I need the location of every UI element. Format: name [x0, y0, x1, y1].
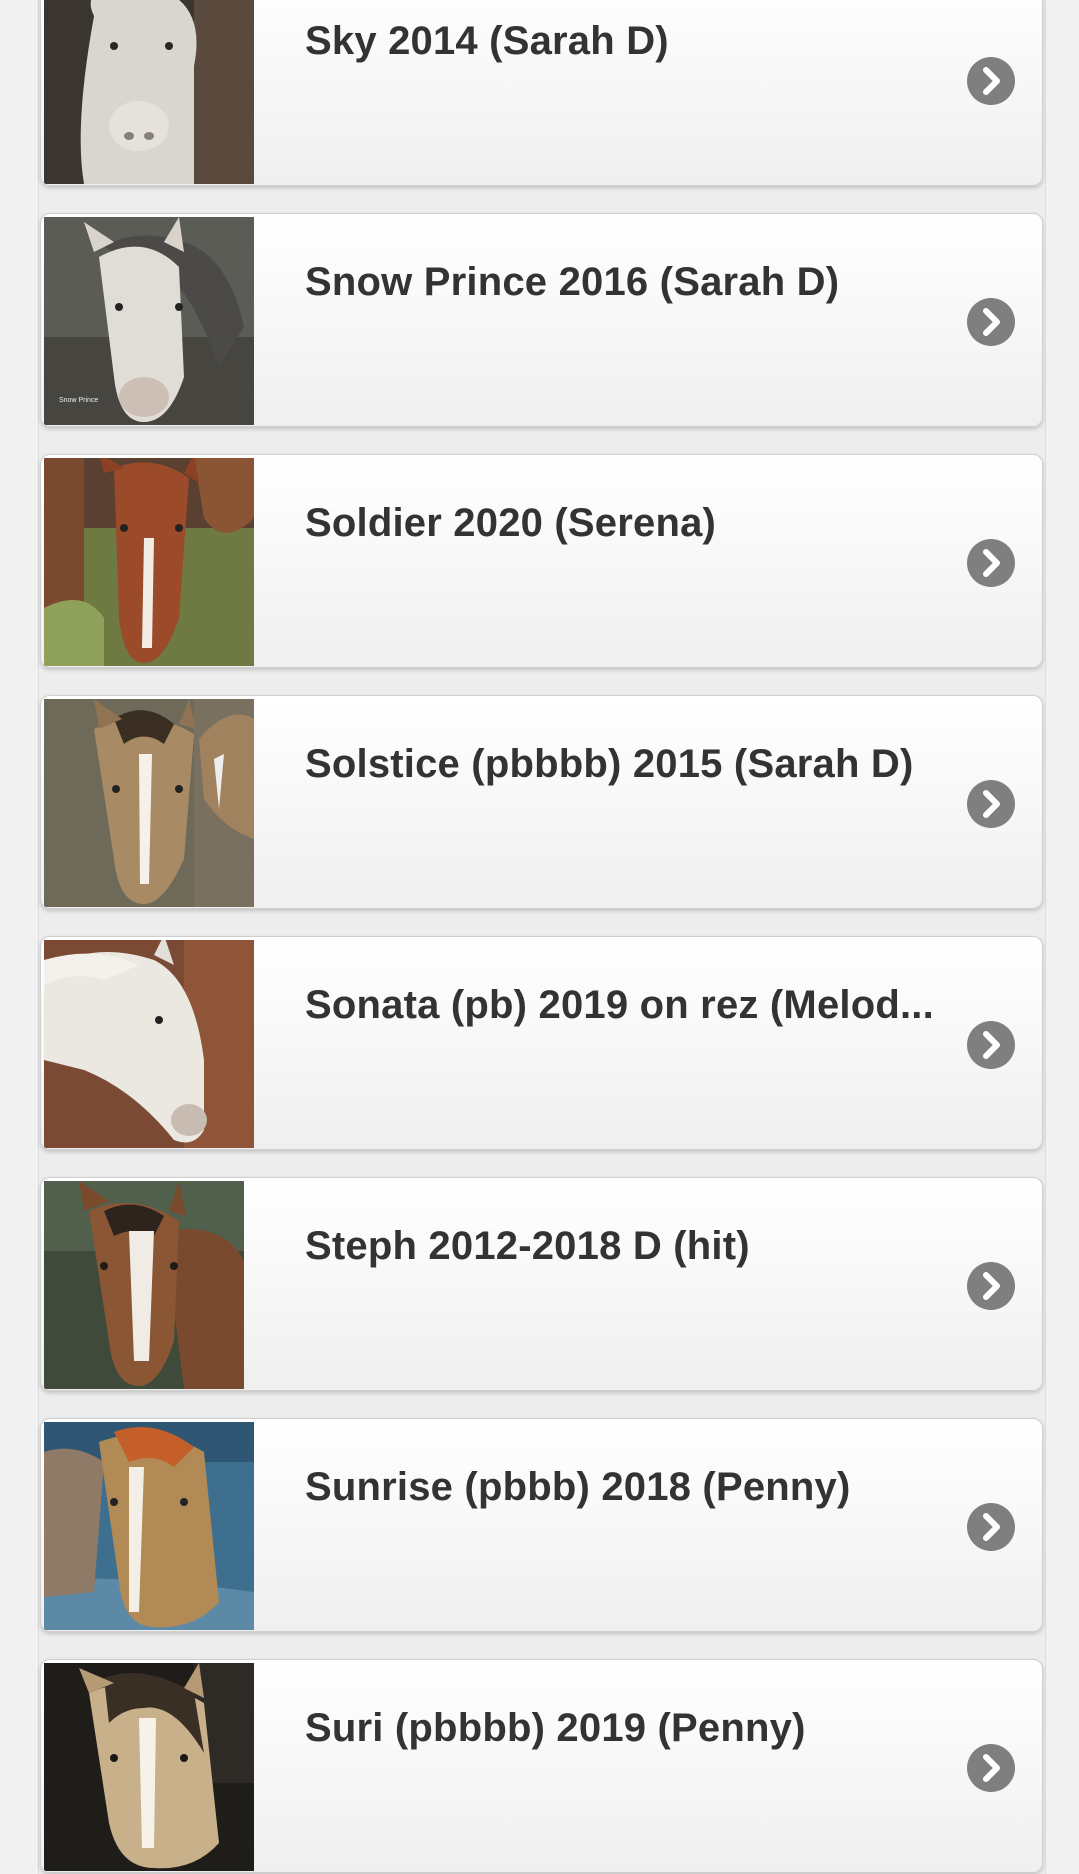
chevron-right-icon — [967, 1503, 1015, 1551]
horse-thumbnail — [44, 0, 254, 184]
item-label: Sunrise (pbbb) 2018 (Penny) — [305, 1465, 851, 1509]
horse-thumbnail — [44, 699, 254, 907]
horse-thumbnail — [44, 1422, 254, 1630]
horse-thumbnail — [44, 458, 254, 666]
list-item-snow-prince[interactable]: Snow Prince Snow Prince 2016 (Sarah D) — [40, 213, 1043, 427]
list-item-suri[interactable]: Suri (pbbbb) 2019 (Penny) — [40, 1659, 1043, 1873]
list-item-solstice[interactable]: Solstice (pbbbb) 2015 (Sarah D) — [40, 695, 1043, 909]
item-label: Sonata (pb) 2019 on rez (Melod... — [305, 983, 934, 1027]
item-label: Soldier 2020 (Serena) — [305, 501, 717, 545]
chevron-right-icon — [967, 780, 1015, 828]
horse-thumbnail: Snow Prince — [44, 217, 254, 425]
list-item-sky[interactable]: Sky 2014 (Sarah D) — [40, 0, 1043, 186]
item-label: Sky 2014 (Sarah D) — [305, 19, 669, 63]
horse-thumbnail — [44, 940, 254, 1148]
list-item-sunrise[interactable]: Sunrise (pbbb) 2018 (Penny) — [40, 1418, 1043, 1632]
list-item-steph[interactable]: Steph 2012-2018 D (hit) — [40, 1177, 1043, 1391]
item-label: Solstice (pbbbb) 2015 (Sarah D) — [305, 742, 914, 786]
chevron-right-icon — [967, 298, 1015, 346]
list-item-sonata[interactable]: Sonata (pb) 2019 on rez (Melod... — [40, 936, 1043, 1150]
list-item-soldier[interactable]: Soldier 2020 (Serena) — [40, 454, 1043, 668]
item-label: Steph 2012-2018 D (hit) — [305, 1224, 750, 1268]
chevron-right-icon — [967, 539, 1015, 587]
chevron-right-icon — [967, 1744, 1015, 1792]
horse-thumbnail — [44, 1181, 244, 1389]
chevron-right-icon — [967, 1021, 1015, 1069]
item-label: Snow Prince 2016 (Sarah D) — [305, 260, 840, 304]
svg-text:Snow Prince: Snow Prince — [59, 397, 98, 404]
horse-list-page: Sky 2014 (Sarah D) Snow Prince Snow Prin… — [0, 0, 1079, 1874]
horse-thumbnail — [44, 1663, 254, 1871]
chevron-right-icon — [967, 57, 1015, 105]
chevron-right-icon — [967, 1262, 1015, 1310]
item-label: Suri (pbbbb) 2019 (Penny) — [305, 1706, 806, 1750]
